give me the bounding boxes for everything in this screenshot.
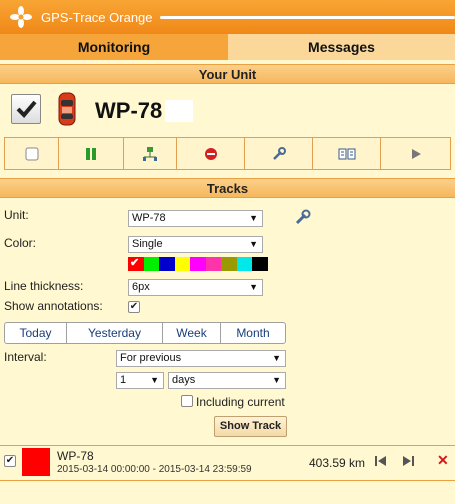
history-button[interactable] [313, 138, 381, 169]
app-logo-icon [10, 6, 32, 28]
select-toggle-button[interactable] [5, 138, 59, 169]
pause-button[interactable] [59, 138, 124, 169]
play-button[interactable] [381, 138, 450, 169]
unit-select-checkbox[interactable] [11, 94, 41, 124]
wrench-icon [272, 146, 286, 160]
connection-button[interactable] [124, 138, 177, 169]
unit-label: Unit: [4, 208, 29, 222]
title-bar: GPS-Trace Orange [0, 0, 455, 34]
color-swatch[interactable] [190, 257, 206, 271]
network-icon [143, 146, 157, 161]
tab-messages[interactable]: Messages [228, 34, 455, 60]
play-icon [411, 148, 421, 159]
your-unit-heading: Your Unit [0, 64, 455, 84]
color-palette [128, 256, 268, 271]
dropdown-arrow-icon: ▼ [249, 213, 258, 223]
period-today-button[interactable]: Today [5, 323, 67, 343]
show-track-button[interactable]: Show Track [214, 416, 287, 437]
tracks-heading: Tracks [0, 178, 455, 198]
dropdown-arrow-icon: ▼ [150, 375, 159, 385]
interval-select-value: For previous [120, 352, 182, 364]
stop-button[interactable] [177, 138, 245, 169]
go-to-end-icon[interactable] [401, 454, 415, 468]
app-title: GPS-Trace Orange [41, 10, 153, 25]
unit-select-value: WP-78 [132, 212, 166, 224]
interval-count-select[interactable]: 1 ▼ [116, 372, 164, 389]
color-select[interactable]: Single ▼ [128, 236, 263, 253]
color-swatch[interactable] [159, 257, 175, 271]
period-month-button[interactable]: Month [221, 323, 285, 343]
color-swatch[interactable] [128, 256, 144, 271]
including-current-label: Including current [196, 395, 285, 409]
color-swatch[interactable] [205, 257, 221, 271]
book-icon [338, 148, 355, 159]
interval-unit-value: days [172, 374, 196, 386]
remove-track-icon[interactable]: ✕ [437, 452, 449, 469]
unit-name: WP-78 [95, 98, 163, 123]
track-unit-name: WP-78 [57, 449, 94, 463]
unit-select[interactable]: WP-78 ▼ [128, 210, 263, 227]
car-icon [58, 92, 76, 126]
interval-label: Interval: [4, 350, 47, 364]
color-swatch[interactable] [252, 257, 268, 271]
interval-unit-select[interactable]: days ▼ [168, 372, 286, 389]
track-dates: 2015-03-14 00:00:00 - 2015-03-14 23:59:5… [57, 464, 252, 475]
settings-button[interactable] [245, 138, 313, 169]
show-annotations-label: Show annotations: [4, 299, 103, 313]
color-label: Color: [4, 236, 37, 250]
unit-toolbar [4, 137, 451, 170]
period-buttons: Today Yesterday Week Month [4, 322, 286, 344]
pause-icon [86, 147, 96, 160]
dropdown-arrow-icon: ▼ [272, 353, 281, 363]
color-swatch[interactable] [236, 257, 252, 271]
stop-icon [204, 147, 217, 160]
color-select-value: Single [132, 238, 163, 250]
track-distance: 403.59 km [309, 456, 366, 470]
dropdown-arrow-icon: ▼ [272, 375, 281, 385]
title-divider [160, 16, 455, 19]
show-annotations-checkbox[interactable]: ✔ [128, 301, 140, 313]
track-visible-checkbox[interactable]: ✔ [4, 455, 16, 467]
line-thickness-select[interactable]: 6px ▼ [128, 279, 263, 296]
dropdown-arrow-icon: ▼ [249, 282, 258, 292]
track-color-swatch [22, 448, 50, 476]
line-thickness-value: 6px [132, 281, 150, 293]
go-to-start-icon[interactable] [374, 454, 388, 468]
tab-monitoring[interactable]: Monitoring [0, 34, 228, 60]
including-current-checkbox[interactable] [181, 395, 193, 407]
interval-count-value: 1 [120, 374, 127, 386]
checkbox-icon [25, 147, 38, 160]
unit-name-mask [165, 100, 193, 122]
period-yesterday-button[interactable]: Yesterday [67, 323, 163, 343]
color-swatch[interactable] [143, 257, 159, 271]
checkmark-icon [16, 100, 37, 118]
dropdown-arrow-icon: ▼ [249, 239, 258, 249]
period-week-button[interactable]: Week [163, 323, 221, 343]
color-swatch[interactable] [221, 257, 237, 271]
interval-select[interactable]: For previous ▼ [116, 350, 286, 367]
main-tabs: Monitoring Messages [0, 34, 455, 60]
color-swatch[interactable] [174, 257, 190, 271]
wrench-icon[interactable] [294, 208, 312, 226]
line-thickness-label: Line thickness: [4, 279, 84, 293]
